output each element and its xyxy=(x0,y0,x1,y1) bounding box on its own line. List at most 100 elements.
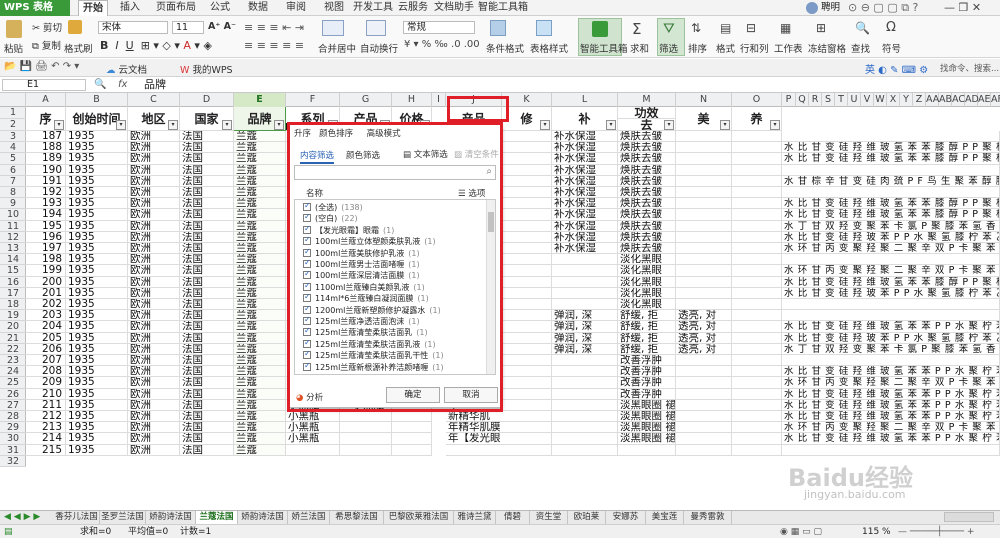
cell-e[interactable]: 兰蔻 xyxy=(234,310,286,322)
cell-f[interactable] xyxy=(286,444,340,456)
clear-conditions-button[interactable]: ▨ 清空条件 xyxy=(454,148,499,160)
cell-b[interactable]: 1935 xyxy=(66,265,128,277)
ok-button[interactable]: 确定 xyxy=(386,387,440,403)
filter-list-item[interactable]: 125ml兰蔻新根源补养洁颜啫喱 (1) xyxy=(315,362,444,373)
cell-e[interactable]: 兰蔻 xyxy=(234,209,286,221)
cell-l[interactable] xyxy=(552,287,618,299)
cell-c[interactable]: 欧洲 xyxy=(128,377,180,389)
row-header-16[interactable]: 16 xyxy=(0,277,26,288)
sheet-tab[interactable]: 娇韵诗法国 xyxy=(238,511,288,524)
cell-ingredients[interactable]: 水 比 甘 变 硅 羟 维 玻 氢 苯 苯 P P 水 聚 柠 苯 乙 xyxy=(782,321,1000,333)
cell-a[interactable]: 193 xyxy=(26,198,66,210)
cell-h[interactable] xyxy=(392,422,432,434)
sheet-tab[interactable]: 香芬儿法国 xyxy=(54,511,100,524)
cell-a[interactable]: 198 xyxy=(26,254,66,266)
cell-d[interactable]: 法国 xyxy=(180,231,234,243)
copy-button[interactable]: ⧉ 复制 xyxy=(32,38,61,52)
row-header-18[interactable]: 18 xyxy=(0,299,26,311)
cell-b[interactable]: 1935 xyxy=(66,399,128,411)
cell-o[interactable] xyxy=(732,276,782,288)
cell-d[interactable]: 法国 xyxy=(180,444,234,456)
cell-o[interactable] xyxy=(732,366,782,378)
cell-a[interactable]: 202 xyxy=(26,299,66,311)
cell-b[interactable]: 1935 xyxy=(66,209,128,221)
checkbox[interactable] xyxy=(303,269,311,280)
cell-m[interactable]: 焕肤去皱 xyxy=(618,131,676,143)
cell-c[interactable]: 欧洲 xyxy=(128,265,180,277)
cell-a[interactable]: 205 xyxy=(26,332,66,344)
cell-a[interactable]: 206 xyxy=(26,343,66,355)
tab-text-filter[interactable]: ▤ 文本筛选 xyxy=(403,148,448,160)
fx-icon[interactable]: fx xyxy=(118,78,127,92)
cell-e[interactable]: 兰蔻 xyxy=(234,444,286,456)
cell-b[interactable]: 1935 xyxy=(66,343,128,355)
cell-l[interactable]: 补水保湿 xyxy=(552,131,618,143)
column-header-af[interactable]: AF xyxy=(991,93,1000,107)
column-header-y[interactable]: Y xyxy=(900,93,913,107)
cond-format-button[interactable]: 条件格式 xyxy=(486,41,524,55)
column-header-r[interactable]: R xyxy=(809,93,822,107)
row-header-23[interactable]: 23 xyxy=(0,355,26,367)
cell-m[interactable]: 淡黑眼圈 褪 xyxy=(618,411,676,423)
cell-c[interactable]: 欧洲 xyxy=(128,287,180,299)
row-header-26[interactable]: 26 xyxy=(0,389,26,400)
cell-c[interactable]: 欧洲 xyxy=(128,142,180,154)
cell-m[interactable]: 舒缓, 拒 xyxy=(618,310,676,322)
cell-o[interactable] xyxy=(732,355,782,367)
column-header-p[interactable]: P xyxy=(782,93,796,107)
cell-n[interactable]: 透亮, 对 xyxy=(676,321,732,333)
cell-b[interactable]: 1935 xyxy=(66,388,128,400)
cell-a[interactable]: 194 xyxy=(26,209,66,221)
cell-a[interactable]: 209 xyxy=(26,377,66,389)
cell-o[interactable] xyxy=(732,265,782,277)
filter-list-item[interactable]: 100ml兰蔻立体塑颜柔肤乳液 (1) xyxy=(315,236,436,247)
cell-m[interactable]: 淡黑眼圈 褪 xyxy=(618,399,676,411)
sheet-tab[interactable]: 巴黎欧莱雅法国 xyxy=(384,511,454,524)
sort-icon[interactable]: ⇅ xyxy=(691,21,701,35)
cell-b[interactable]: 1935 xyxy=(66,377,128,389)
cell-e[interactable]: 兰蔻 xyxy=(234,433,286,445)
view-mode-icons[interactable]: ◉ ▦ ▭ ▢ xyxy=(780,525,822,539)
cell-c[interactable]: 欧洲 xyxy=(128,187,180,199)
freeze-icon[interactable]: ⊞ xyxy=(816,21,826,35)
cell-f[interactable]: 小黑瓶 xyxy=(286,433,340,445)
sheet-tab[interactable]: 美宝莲 xyxy=(646,511,684,524)
column-header-s[interactable]: S xyxy=(822,93,835,107)
cell-d[interactable]: 法国 xyxy=(180,276,234,288)
cell-l[interactable] xyxy=(552,399,618,411)
freeze-button[interactable]: 冻结窗格 xyxy=(808,41,846,55)
cell-l[interactable] xyxy=(552,388,618,400)
row-header-11[interactable]: 11 xyxy=(0,221,26,232)
column-header-x[interactable]: X xyxy=(887,93,900,107)
row-header-25[interactable]: 25 xyxy=(0,377,26,389)
cell-e[interactable]: 兰蔻 xyxy=(234,287,286,299)
cell-a[interactable]: 195 xyxy=(26,220,66,232)
row-header-19[interactable]: 19 xyxy=(0,310,26,322)
cell-m[interactable]: 淡黑眼圈 褪 xyxy=(618,422,676,434)
merge-center-icon[interactable] xyxy=(322,20,344,36)
cell-o[interactable] xyxy=(732,131,782,143)
cell-l[interactable]: 补水保湿 xyxy=(552,198,618,210)
format-painter-icon[interactable] xyxy=(68,20,82,34)
cell-e[interactable]: 兰蔻 xyxy=(234,377,286,389)
cell-j[interactable]: 年精华肌膜 xyxy=(446,422,552,434)
cell-d[interactable]: 法国 xyxy=(180,131,234,143)
sum-icon[interactable]: Σ xyxy=(632,20,641,38)
command-search[interactable]: 找命令、搜索... xyxy=(940,62,999,74)
cell-e[interactable]: 兰蔻 xyxy=(234,265,286,277)
cell-c[interactable]: 欧洲 xyxy=(128,343,180,355)
sheet-tab[interactable]: 资生堂 xyxy=(530,511,568,524)
cell-e[interactable]: 兰蔻 xyxy=(234,175,286,187)
cell-c[interactable]: 欧洲 xyxy=(128,276,180,288)
cell-o[interactable] xyxy=(732,388,782,400)
cell-n[interactable] xyxy=(676,411,732,423)
cell-o[interactable] xyxy=(732,231,782,243)
cell-ingredients[interactable]: 水 比 甘 变 硅 羟 玻 苯 P P 水 聚 氢 膝 柠 苯 乙 xyxy=(782,332,1000,344)
cell-ingredients[interactable]: 水 比 甘 变 硅 羟 维 玻 氢 苯 苯 膝 醇 P P 聚 柠 xyxy=(782,198,1000,210)
filter-dropdown-button[interactable]: ▾ xyxy=(540,120,550,130)
cell-ingredients[interactable]: 水 比 甘 变 硅 羟 玻 苯 P P 水 聚 氢 膝 柠 苯 乙 xyxy=(782,287,1000,299)
cell-o[interactable] xyxy=(732,310,782,322)
cell-ingredients[interactable]: 水 比 甘 变 硅 羟 维 玻 氢 苯 苯 膝 醇 P P 聚 柠 xyxy=(782,209,1000,221)
cell-o[interactable] xyxy=(732,209,782,221)
filter-list-item[interactable]: (全选) (138) xyxy=(315,202,363,213)
